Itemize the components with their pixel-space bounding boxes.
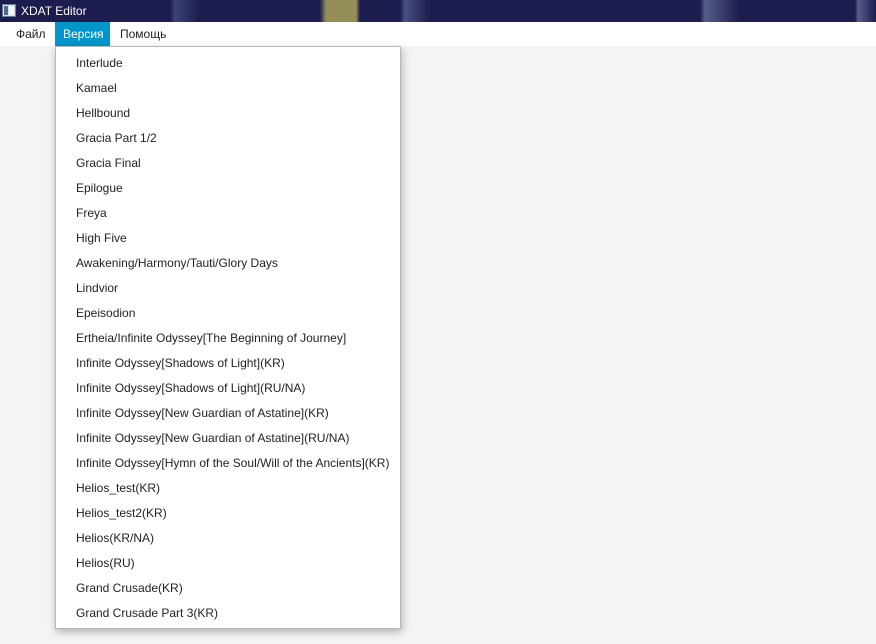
menu-version[interactable]: Версия (55, 22, 110, 46)
version-item-grand-crusade-kr[interactable]: Grand Crusade(KR) (56, 576, 400, 601)
menu-file[interactable]: Файл (8, 22, 54, 46)
version-item-helios-test-kr[interactable]: Helios_test(KR) (56, 476, 400, 501)
menu-help[interactable]: Помощь (112, 22, 174, 46)
version-item-kamael[interactable]: Kamael (56, 76, 400, 101)
version-item-epilogue[interactable]: Epilogue (56, 176, 400, 201)
window-title: XDAT Editor (21, 4, 87, 18)
version-list: Interlude Kamael Hellbound Gracia Part 1… (56, 51, 400, 626)
version-item-shadows-of-light-kr[interactable]: Infinite Odyssey[Shadows of Light](KR) (56, 351, 400, 376)
version-item-ertheia[interactable]: Ertheia/Infinite Odyssey[The Beginning o… (56, 326, 400, 351)
version-item-gracia-part-1-2[interactable]: Gracia Part 1/2 (56, 126, 400, 151)
app-window: XDAT Editor Файл Версия Помощь Interlude… (0, 0, 876, 644)
version-item-new-guardian-ru-na[interactable]: Infinite Odyssey[New Guardian of Astatin… (56, 426, 400, 451)
menu-bar: Файл Версия Помощь (0, 22, 876, 46)
version-item-helios-test2-kr[interactable]: Helios_test2(KR) (56, 501, 400, 526)
version-item-high-five[interactable]: High Five (56, 226, 400, 251)
version-item-gracia-final[interactable]: Gracia Final (56, 151, 400, 176)
title-bar[interactable]: XDAT Editor (0, 0, 876, 22)
version-item-interlude[interactable]: Interlude (56, 51, 400, 76)
version-item-helios-kr-na[interactable]: Helios(KR/NA) (56, 526, 400, 551)
version-item-freya[interactable]: Freya (56, 201, 400, 226)
version-item-lindvior[interactable]: Lindvior (56, 276, 400, 301)
version-item-shadows-of-light-ru-na[interactable]: Infinite Odyssey[Shadows of Light](RU/NA… (56, 376, 400, 401)
version-item-helios-ru[interactable]: Helios(RU) (56, 551, 400, 576)
app-icon (2, 4, 16, 17)
version-item-awakening[interactable]: Awakening/Harmony/Tauti/Glory Days (56, 251, 400, 276)
version-item-hymn-of-the-soul-kr[interactable]: Infinite Odyssey[Hymn of the Soul/Will o… (56, 451, 400, 476)
version-item-grand-crusade-part-3-kr[interactable]: Grand Crusade Part 3(KR) (56, 601, 400, 626)
version-item-epeisodion[interactable]: Epeisodion (56, 301, 400, 326)
version-item-new-guardian-kr[interactable]: Infinite Odyssey[New Guardian of Astatin… (56, 401, 400, 426)
version-item-hellbound[interactable]: Hellbound (56, 101, 400, 126)
version-dropdown-menu: Interlude Kamael Hellbound Gracia Part 1… (55, 46, 401, 629)
